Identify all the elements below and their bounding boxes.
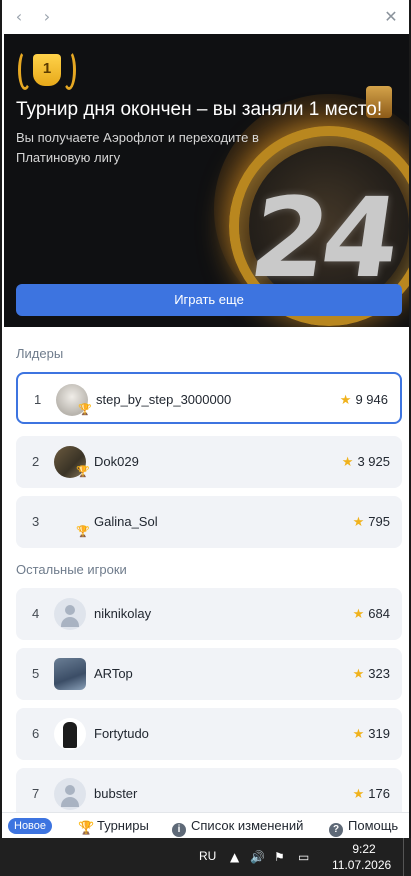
player-score: ★ 323 [353,648,390,700]
rank: 1 [34,392,42,407]
player-row[interactable]: 6 Fortytudo ★ 319 [16,708,402,760]
show-desktop-button[interactable] [403,838,411,876]
avatar-placeholder-icon [54,778,86,810]
info-icon: i [172,823,186,837]
trophy-icon: 🏆 [78,820,95,835]
rank: 3 [32,514,40,529]
banner-subtitle: Вы получаете Аэрофлот и переходите в Пла… [16,130,259,165]
star-icon: ★ [352,787,365,802]
bottom-nav: Новое 🏆 Турниры i Список изменений ? Помощь [2,812,409,838]
changelog-label: Список изменений [191,818,304,833]
flag-icon[interactable]: ⚑ [274,850,285,864]
player-score: ★ 795 [353,496,390,548]
first-place-badge-icon: 1 [16,48,78,94]
changelog-link[interactable]: i Список изменений [172,813,303,838]
avatar [54,718,86,750]
score-value: 323 [368,666,390,681]
leader-row[interactable]: 2 🏆 Dok029 ★ 3 925 [16,436,402,488]
leaders-heading: Лидеры [16,346,64,361]
star-icon: ★ [352,607,365,622]
other-players-heading: Остальные игроки [16,562,127,577]
player-name: step_by_step_3000000 [96,392,232,407]
player-score: ★ 684 [353,588,390,640]
star-icon: ★ [341,455,354,470]
score-value: 176 [368,786,390,801]
star-icon: ★ [352,667,365,682]
star-icon: ★ [352,727,365,742]
score-value: 319 [368,726,390,741]
stopwatch-number: 24 [243,174,403,302]
back-arrow-icon[interactable]: ‹ [10,8,28,26]
forward-arrow-icon[interactable]: › [38,8,56,26]
player-row[interactable]: 5 ARTop ★ 323 [16,648,402,700]
help-label: Помощь [348,818,399,833]
tournament-result-banner: 24 1 Турнир дня окончен – вы заняли 1 ме… [4,34,409,327]
network-icon[interactable]: ▭ [298,850,309,864]
bronze-cup-icon: 🏆 [76,525,90,538]
player-name: niknikolay [94,606,152,621]
rank: 2 [32,454,40,469]
player-score: ★ 319 [353,708,390,760]
clock-date[interactable]: 11.07.2026 [332,858,391,872]
score-value: 9 946 [355,392,388,407]
rank: 4 [32,606,40,621]
app-window: ‹ › ✕ 24 1 Турнир дня окончен – вы занял… [0,0,411,838]
score-value: 795 [368,514,390,529]
tournaments-link[interactable]: 🏆 Турниры [78,813,149,838]
top-bar: ‹ › ✕ [2,0,409,34]
leader-row[interactable]: 1 🏆 step_by_step_3000000 ★ 9 946 [16,372,402,424]
silver-cup-icon: 🏆 [76,465,90,478]
tray-arrow-icon[interactable]: ▲ [230,850,239,864]
star-icon: ★ [339,393,352,408]
clock-time[interactable]: 9:22 [347,842,381,856]
tournaments-label: Турниры [97,818,149,833]
gold-cup-icon: 🏆 [78,403,92,416]
player-row[interactable]: 4 niknikolay ★ 684 [16,588,402,640]
banner-title: Турнир дня окончен – вы заняли 1 место! [16,99,383,120]
windows-taskbar: RU ▲ 🔊 ⚑ ▭ 9:22 11.07.2026 [0,838,411,876]
language-indicator[interactable]: RU [199,849,216,863]
avatar [54,658,86,690]
player-name: Dok029 [94,454,139,469]
help-icon: ? [329,823,343,837]
player-name: ARTop [94,666,133,681]
score-value: 684 [368,606,390,621]
player-name: Fortytudo [94,726,149,741]
help-link[interactable]: ? Помощь [329,813,398,838]
volume-icon[interactable]: 🔊 [250,850,265,864]
player-score: ★ 3 925 [342,436,390,488]
rank: 6 [32,726,40,741]
close-icon[interactable]: ✕ [381,7,401,27]
play-again-button[interactable]: Играть еще [16,284,402,316]
avatar-placeholder-icon [54,598,86,630]
player-score: ★ 9 946 [340,374,388,426]
rank: 5 [32,666,40,681]
leader-row[interactable]: 3 🏆 Galina_Sol ★ 795 [16,496,402,548]
laurel-left-icon [18,50,32,90]
laurel-right-icon [62,50,76,90]
score-value: 3 925 [357,454,390,469]
player-name: Galina_Sol [94,514,158,529]
badge-shield: 1 [33,54,61,86]
star-icon: ★ [352,515,365,530]
new-tag[interactable]: Новое [8,818,53,834]
